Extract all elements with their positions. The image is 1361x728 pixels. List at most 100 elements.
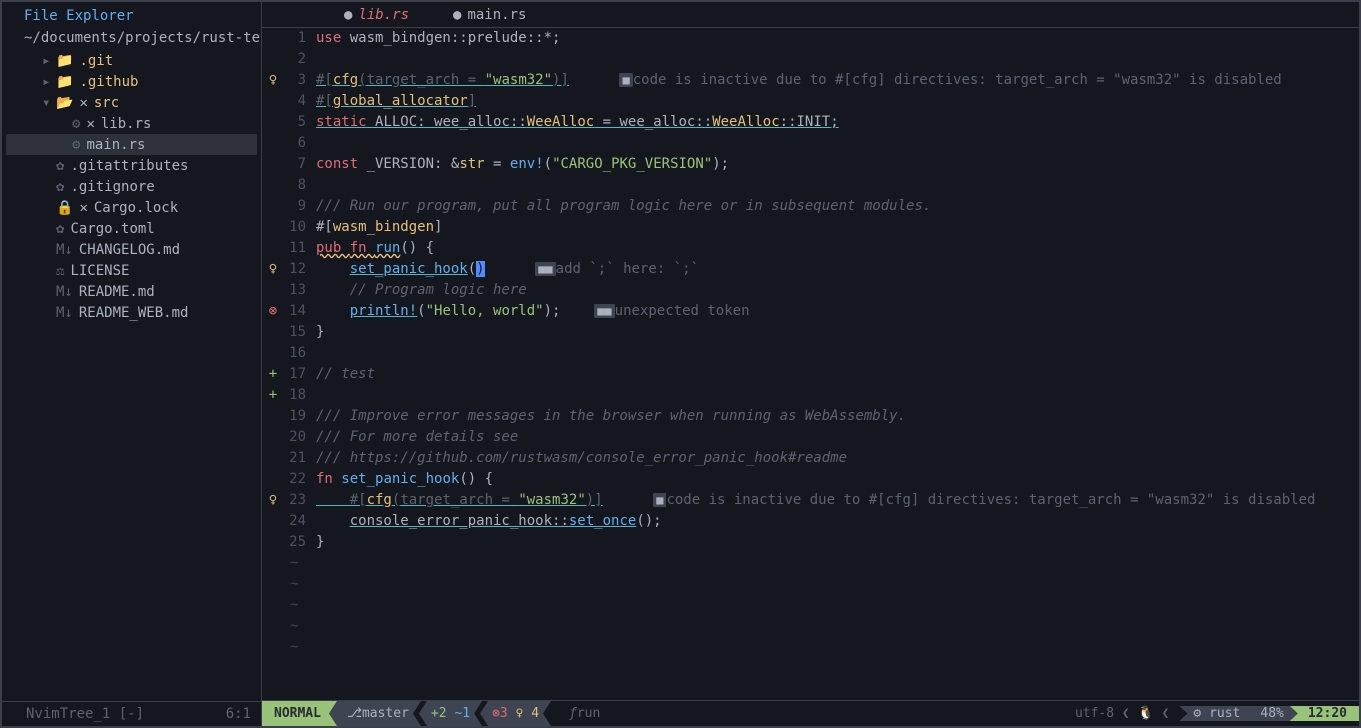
filetype-segment: ⚙ rust xyxy=(1179,706,1254,721)
warn-icon: ♀ xyxy=(516,706,524,721)
file-name: README_WEB.md xyxy=(79,305,189,321)
file-name: lib.rs xyxy=(101,116,152,132)
statusbar: NORMAL ⎇ master +2 ~1 ⊗3 ♀ 4 ƒ run utf-8… xyxy=(262,700,1359,726)
branch-icon: ⎇ xyxy=(347,706,362,721)
chevron-left-icon: ❮ xyxy=(1122,706,1138,721)
code-line[interactable]: 11pub fn run() { xyxy=(262,238,1359,259)
time-segment: 12:20 xyxy=(1290,706,1359,721)
file-icon: 🔒 xyxy=(56,200,73,216)
file-.gitignore[interactable]: ✿ .gitignore xyxy=(6,176,257,197)
code-line[interactable]: 10#[wasm_bindgen] xyxy=(262,217,1359,238)
code-line[interactable]: +17// test xyxy=(262,364,1359,385)
sidebar-status-right: 6:1 xyxy=(226,706,251,722)
file-README.md[interactable]: M↓ README.md xyxy=(6,281,257,302)
file-main.rs[interactable]: ⚙ main.rs xyxy=(6,134,257,155)
x-icon: ✕ xyxy=(79,95,87,111)
x-icon: ✕ xyxy=(79,200,87,216)
x-icon: ✕ xyxy=(86,116,94,132)
folder-.github[interactable]: ▸📁.github xyxy=(6,71,257,92)
code-line[interactable]: ⊗14 println!("Hello, world"); ■■unexpect… xyxy=(262,301,1359,322)
file-CHANGELOG.md[interactable]: M↓ CHANGELOG.md xyxy=(6,239,257,260)
file-icon: ⚙ xyxy=(72,137,80,153)
tab-lib.rs[interactable]: ● lib.rs xyxy=(322,2,431,27)
mode-segment: NORMAL xyxy=(262,701,337,726)
file-name: README.md xyxy=(79,284,155,300)
file-icon: M↓ xyxy=(56,284,73,300)
code-line[interactable]: 2 xyxy=(262,49,1359,70)
code-line[interactable]: +18 xyxy=(262,385,1359,406)
code-editor[interactable]: 1use wasm_bindgen::prelude::*;2♀3#[cfg(t… xyxy=(262,28,1359,700)
rust-icon: ⚙ xyxy=(1193,706,1209,721)
code-line[interactable]: 4#[global_allocator] xyxy=(262,91,1359,112)
chevron-left-icon: ❮ xyxy=(1162,706,1170,721)
function-segment: ƒ run xyxy=(557,701,612,726)
code-line[interactable]: 13 // Program logic here xyxy=(262,280,1359,301)
code-line[interactable]: 15} xyxy=(262,322,1359,343)
code-line[interactable]: 7const _VERSION: &str = env!("CARGO_PKG_… xyxy=(262,154,1359,175)
code-line[interactable]: 9/// Run our program, put all program lo… xyxy=(262,196,1359,217)
file-name: Cargo.toml xyxy=(70,221,154,237)
diagnostics-segment: ⊗3 ♀ 4 xyxy=(480,701,551,726)
file-name: LICENSE xyxy=(70,263,129,279)
file-Cargo.lock[interactable]: 🔒 ✕ Cargo.lock xyxy=(6,197,257,218)
file-icon: M↓ xyxy=(56,242,73,258)
tabline[interactable]: ● lib.rs ● main.rs xyxy=(262,2,1359,28)
expander-icon: ▸ xyxy=(42,74,50,90)
file-tree[interactable]: ▸📁.git▸📁.github▾📂✕src⚙✕lib.rs⚙main.rs✿.g… xyxy=(2,50,261,701)
file-name: .gitignore xyxy=(70,179,154,195)
file-lib.rs[interactable]: ⚙✕lib.rs xyxy=(6,113,257,134)
code-line[interactable]: 22fn set_panic_hook() { xyxy=(262,469,1359,490)
file-explorer-sidebar: File Explorer ~/documents/projects/rust-… xyxy=(2,2,262,726)
file-name: .gitattributes xyxy=(70,158,188,174)
file-.gitattributes[interactable]: ✿ .gitattributes xyxy=(6,155,257,176)
folder-name: src xyxy=(94,95,119,111)
modified-dot-icon: ● xyxy=(344,7,352,23)
expander-icon: ▾ xyxy=(42,95,50,111)
code-line[interactable]: 1use wasm_bindgen::prelude::*; xyxy=(262,28,1359,49)
diff-segment: +2 ~1 xyxy=(419,701,482,726)
folder-.git[interactable]: ▸ 📁 .git xyxy=(6,50,257,71)
file-name: CHANGELOG.md xyxy=(79,242,180,258)
code-line[interactable]: 5static ALLOC: wee_alloc::WeeAlloc = wee… xyxy=(262,112,1359,133)
code-line[interactable]: 20/// For more details see xyxy=(262,427,1359,448)
sidebar-status: NvimTree_1 [-] 6:1 xyxy=(2,701,261,726)
code-line[interactable]: 24 console_error_panic_hook::set_once(); xyxy=(262,511,1359,532)
file-icon: M↓ xyxy=(56,305,73,321)
tab-name: main.rs xyxy=(467,7,526,23)
encoding-segment: utf-8 ❮ 🐧 ❮ xyxy=(1065,706,1179,721)
code-line[interactable]: 19/// Improve error messages in the brow… xyxy=(262,406,1359,427)
linux-icon: 🐧 xyxy=(1138,706,1154,721)
file-README_WEB.md[interactable]: M↓ README_WEB.md xyxy=(6,302,257,323)
folder-name: .github xyxy=(79,74,138,90)
code-line[interactable]: 21/// https://github.com/rustwasm/consol… xyxy=(262,448,1359,469)
file-icon: ✿ xyxy=(56,221,64,237)
file-icon: ✿ xyxy=(56,158,64,174)
file-LICENSE[interactable]: ⚖ LICENSE xyxy=(6,260,257,281)
tab-main.rs[interactable]: ● main.rs xyxy=(431,2,548,27)
modified-dot-icon: ● xyxy=(453,7,461,23)
code-line[interactable]: ♀3#[cfg(target_arch = "wasm32")] ■code i… xyxy=(262,70,1359,91)
sidebar-title: File Explorer xyxy=(2,2,261,28)
folder-name: .git xyxy=(79,53,113,69)
folder-icon: 📁 xyxy=(56,53,73,69)
sidebar-status-left: NvimTree_1 [-] xyxy=(26,706,144,722)
expander-icon: ▸ xyxy=(42,53,50,69)
file-name: main.rs xyxy=(86,137,145,153)
file-icon: ✿ xyxy=(56,179,64,195)
tab-name: lib.rs xyxy=(358,7,409,23)
file-name: Cargo.lock xyxy=(94,200,178,216)
code-line[interactable]: 25} xyxy=(262,532,1359,553)
code-line[interactable]: 6 xyxy=(262,133,1359,154)
git-segment: ⎇ master xyxy=(329,701,421,726)
code-line[interactable]: 16 xyxy=(262,343,1359,364)
code-line[interactable]: ♀12 set_panic_hook() ■■add `;` here: `;` xyxy=(262,259,1359,280)
code-line[interactable]: 8 xyxy=(262,175,1359,196)
file-icon: ⚖ xyxy=(56,263,64,279)
file-Cargo.toml[interactable]: ✿ Cargo.toml xyxy=(6,218,257,239)
folder-icon: 📂 xyxy=(56,95,73,111)
sidebar-path: ~/documents/projects/rust-te xyxy=(2,28,261,50)
folder-src[interactable]: ▾ 📂 ✕ src xyxy=(6,92,257,113)
code-line[interactable]: ♀23 #[cfg(target_arch = "wasm32")] ■code… xyxy=(262,490,1359,511)
fn-icon: ƒ xyxy=(569,706,577,721)
editor-area: ● lib.rs ● main.rs 1use wasm_bindgen::prelu… xyxy=(262,2,1359,726)
